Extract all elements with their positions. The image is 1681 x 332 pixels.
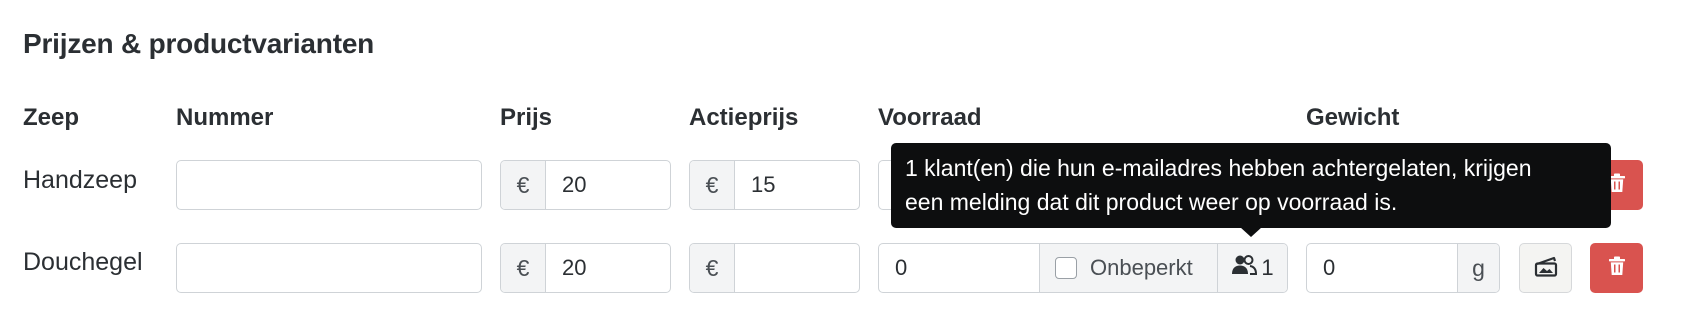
notify-count: 1 xyxy=(1261,255,1274,280)
image-upload-icon xyxy=(1534,255,1558,282)
tooltip-arrow xyxy=(1240,227,1262,237)
currency-addon: € xyxy=(501,244,546,292)
stock-input[interactable]: 0 xyxy=(879,244,1040,292)
stock-input-group: 0 Onbeperkt 1 xyxy=(878,243,1288,293)
section-title: Prijzen & productvarianten xyxy=(23,28,375,59)
users-icon xyxy=(1231,254,1258,282)
sale-price-input[interactable]: 15 xyxy=(735,161,859,209)
price-input[interactable]: 20 xyxy=(546,244,670,292)
price-input-group: € 20 xyxy=(500,243,671,293)
weight-unit-addon: g xyxy=(1457,244,1499,292)
unlimited-toggle[interactable]: Onbeperkt xyxy=(1040,244,1218,292)
currency-addon: € xyxy=(501,161,546,209)
price-input[interactable]: 20 xyxy=(546,161,670,209)
currency-addon: € xyxy=(690,161,735,209)
notify-tooltip: 1 klant(en) die hun e-mailadres hebben a… xyxy=(891,143,1611,228)
header-number: Nummer xyxy=(176,104,274,131)
header-price: Prijs xyxy=(500,104,553,131)
sale-price-input-group: € 15 xyxy=(689,160,860,210)
sale-price-input[interactable] xyxy=(735,244,859,292)
number-input[interactable] xyxy=(176,160,482,210)
tooltip-line-1: 1 klant(en) die hun e-mailadres hebben a… xyxy=(905,155,1532,181)
delete-button[interactable] xyxy=(1590,243,1643,293)
sale-price-input-group: € xyxy=(689,243,860,293)
image-button[interactable] xyxy=(1519,243,1572,293)
trash-icon xyxy=(1608,256,1626,281)
weight-input-group: 0 g xyxy=(1306,243,1500,293)
unlimited-label: Onbeperkt xyxy=(1090,255,1193,280)
weight-input[interactable]: 0 xyxy=(1307,244,1457,292)
currency-addon: € xyxy=(690,244,735,292)
unlimited-checkbox[interactable] xyxy=(1055,257,1077,279)
row-label-douchegel: Douchegel xyxy=(23,248,143,276)
price-input-group: € 20 xyxy=(500,160,671,210)
notify-customers-addon[interactable]: 1 xyxy=(1218,244,1287,292)
number-input[interactable] xyxy=(176,243,482,293)
row-label-handzeep: Handzeep xyxy=(23,166,137,194)
header-weight: Gewicht xyxy=(1306,104,1400,131)
header-variant: Zeep xyxy=(23,104,80,131)
header-sale-price: Actieprijs xyxy=(689,104,799,131)
header-stock: Voorraad xyxy=(878,104,982,131)
tooltip-line-2: een melding dat dit product weer op voor… xyxy=(905,189,1398,215)
